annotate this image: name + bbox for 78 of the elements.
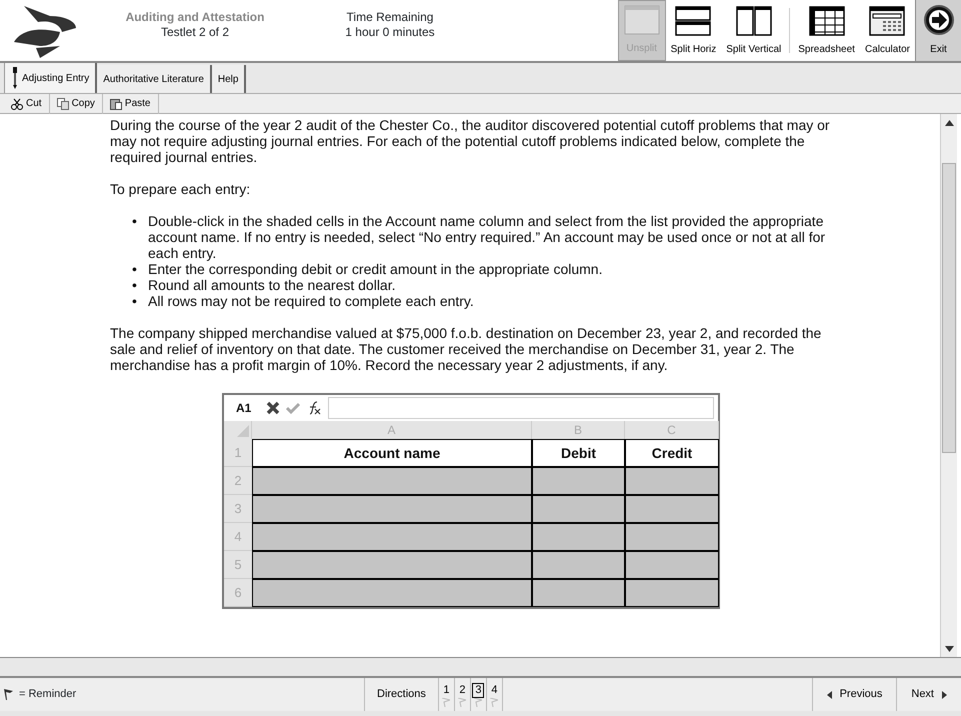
- entry-cell[interactable]: [625, 467, 719, 495]
- column-header: C: [625, 421, 719, 439]
- row-number: 1: [224, 439, 252, 467]
- tab[interactable]: Authoritative Literature: [97, 65, 212, 93]
- page-button[interactable]: 1: [438, 678, 455, 711]
- entry-cell[interactable]: [532, 467, 625, 495]
- testlet-label: Testlet 2 of 2: [160, 25, 230, 40]
- entry-cell[interactable]: [532, 579, 625, 607]
- time-label: Time Remaining: [346, 10, 434, 25]
- row-number: 2: [224, 467, 252, 495]
- spreadsheet-button[interactable]: Spreadsheet: [793, 0, 860, 61]
- row-number: 3: [224, 495, 252, 523]
- split-button[interactable]: Split Horiz: [666, 0, 722, 61]
- bullet: •: [132, 213, 138, 231]
- entry-cell[interactable]: [625, 579, 719, 607]
- table-cell[interactable]: Debit: [532, 439, 625, 467]
- copy-icon: [56, 98, 69, 110]
- scenario-paragraph: The company shipped merchandise valued at $75,000 f.o.b. destination on December 23, year 2, and recorded the sale and relief of inventory on that date. The customer received the merchandise on December 31, year 2. The merchandise has a profit margin of 10%. Record the necessary year 2 adjustments, if any.: [110, 325, 822, 373]
- page-button[interactable]: 3: [470, 678, 487, 711]
- formula-field[interactable]: [328, 397, 714, 419]
- exit-button[interactable]: Exit: [915, 0, 961, 61]
- right-arrow-icon: [942, 690, 947, 698]
- reminder-legend: = Reminder: [19, 686, 76, 703]
- table-cell[interactable]: Account name: [252, 439, 532, 467]
- entry-cell[interactable]: [252, 523, 532, 551]
- instruction-item: Enter the corresponding debit or credit amount in the appropriate column.: [148, 261, 602, 277]
- scroll-up-icon[interactable]: [944, 120, 954, 126]
- scrollbar[interactable]: [940, 114, 957, 657]
- cell-reference: A1: [236, 400, 252, 416]
- row-number: 6: [224, 579, 252, 607]
- bullet: •: [132, 261, 138, 277]
- split-vertical-icon: [736, 6, 772, 36]
- entry-cell[interactable]: [625, 551, 719, 579]
- calculator-button[interactable]: Calculator: [860, 0, 915, 61]
- page-button[interactable]: 2: [454, 678, 471, 711]
- intro-paragraph: During the course of the year 2 audit of the Chester Co., the auditor discovered potential cutoff problems that may or may not require adjusting journal entries. For each of the potential cutoff problems indicated below, complete the required journal entries.: [110, 117, 831, 165]
- instruction-item: Round all amounts to the nearest dollar.: [148, 277, 396, 293]
- entry-cell[interactable]: [252, 551, 532, 579]
- entry-cell[interactable]: [532, 495, 625, 523]
- entry-cell[interactable]: [532, 551, 625, 579]
- page-button[interactable]: 4: [486, 678, 503, 711]
- spreadsheet-icon: [808, 6, 845, 36]
- instruction-item: Double-click in the shaded cells in the Account name column and select from the list provided the appropriate account name. If no entry is needed, select “No entry required.” An account may be used once or not at all for each entry.: [148, 213, 826, 261]
- bullet: •: [132, 277, 138, 293]
- previous-button[interactable]: Previous: [812, 678, 896, 711]
- row-number: 5: [224, 551, 252, 579]
- tab[interactable]: Help: [212, 65, 246, 93]
- instructions-label: To prepare each entry:: [110, 181, 252, 197]
- table-cell[interactable]: Credit: [625, 439, 719, 467]
- pen-icon: [11, 67, 19, 89]
- clipboard-icon: [110, 98, 122, 110]
- column-header: A: [252, 421, 532, 439]
- entry-cell[interactable]: [625, 495, 719, 523]
- window-icon: [624, 5, 660, 35]
- row-number: 4: [224, 523, 252, 551]
- scroll-down-icon[interactable]: [944, 646, 954, 652]
- directions-button[interactable]: Directions: [364, 678, 439, 711]
- split-horizontal-icon: [675, 6, 712, 36]
- entry-cell[interactable]: [252, 495, 532, 523]
- tab[interactable]: Adjusting Entry: [4, 63, 98, 93]
- checkmark-icon[interactable]: [286, 402, 300, 414]
- scissors-icon: [11, 98, 23, 110]
- flag-icon: [4, 689, 13, 700]
- scroll-thumb[interactable]: [942, 163, 956, 453]
- entry-cell[interactable]: [252, 467, 532, 495]
- entry-cell[interactable]: [625, 523, 719, 551]
- next-button[interactable]: Next: [896, 678, 961, 711]
- entry-cell[interactable]: [252, 579, 532, 607]
- left-arrow-icon: [826, 690, 832, 698]
- exam-title: Auditing and Attestation: [124, 10, 266, 25]
- entry-cell[interactable]: [532, 523, 625, 551]
- split-button[interactable]: Split Vertical: [721, 0, 786, 61]
- cancel-icon[interactable]: [266, 401, 280, 415]
- instruction-item: All rows may not be required to complete each entry.: [148, 293, 474, 309]
- calculator-icon: [869, 6, 906, 36]
- time-remaining: 1 hour 0 minutes: [344, 25, 436, 40]
- bullet: •: [132, 293, 138, 309]
- column-header: B: [532, 421, 625, 439]
